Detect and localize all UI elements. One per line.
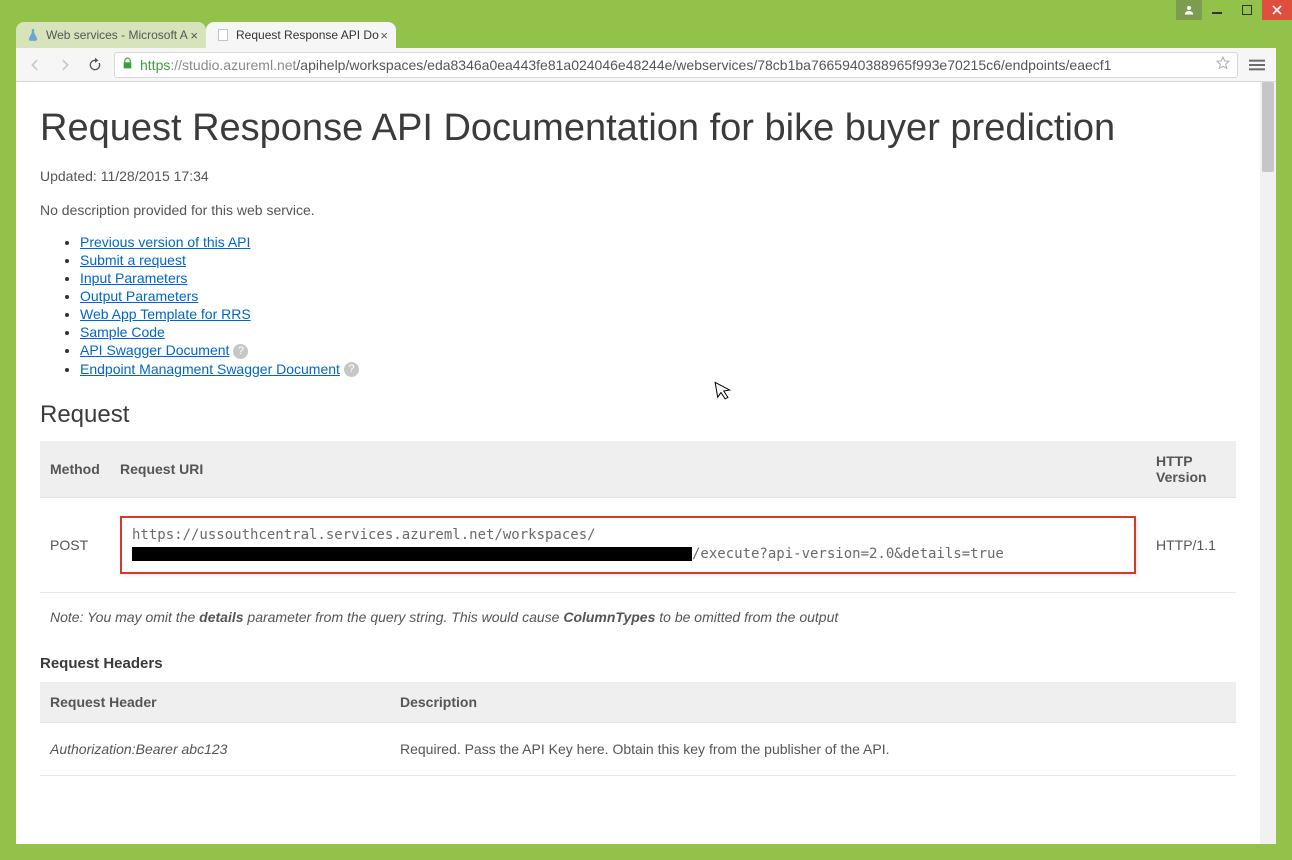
- note-text: Note: You may omit the details parameter…: [40, 593, 1236, 635]
- list-item: Input Parameters: [80, 270, 1236, 286]
- request-table: Method Request URI HTTP Version POST htt…: [40, 441, 1236, 593]
- list-item: Web App Template for RRS: [80, 306, 1236, 322]
- browser-tab[interactable]: Web services - Microsoft A ×: [16, 22, 206, 48]
- table-row: Authorization:Bearer abc123 Required. Pa…: [40, 723, 1236, 776]
- flask-icon: [26, 28, 40, 42]
- link-webapp-template[interactable]: Web App Template for RRS: [80, 306, 251, 322]
- list-item: Sample Code: [80, 324, 1236, 340]
- user-icon[interactable]: [1176, 0, 1202, 20]
- th-header-desc: Description: [390, 682, 1236, 723]
- tab-strip: Web services - Microsoft A × Request Res…: [16, 20, 1276, 48]
- link-submit-request[interactable]: Submit a request: [80, 252, 186, 268]
- th-uri: Request URI: [110, 441, 1146, 498]
- page-content: Request Response API Documentation for b…: [16, 82, 1260, 844]
- th-method: Method: [40, 441, 110, 498]
- address-bar[interactable]: https://studio.azureml.net/apihelp/works…: [114, 52, 1238, 78]
- scroll-thumb[interactable]: [1262, 82, 1274, 172]
- window-controls: [1176, 0, 1292, 20]
- link-sample-code[interactable]: Sample Code: [80, 324, 165, 340]
- th-version: HTTP Version: [1146, 441, 1236, 498]
- cell-header-desc: Required. Pass the API Key here. Obtain …: [390, 723, 1236, 776]
- service-description: No description provided for this web ser…: [40, 202, 1236, 218]
- tab-title: Request Response API Do: [236, 28, 379, 42]
- close-button[interactable]: [1262, 0, 1292, 20]
- link-output-params[interactable]: Output Parameters: [80, 288, 198, 304]
- scrollbar[interactable]: [1260, 82, 1276, 844]
- th-header-name: Request Header: [40, 682, 390, 723]
- request-heading: Request: [40, 401, 1236, 429]
- help-icon[interactable]: ?: [344, 362, 359, 377]
- help-icon[interactable]: ?: [233, 344, 248, 359]
- headers-table: Request Header Description Authorization…: [40, 682, 1236, 776]
- tab-title: Web services - Microsoft A: [46, 28, 188, 42]
- cell-version: HTTP/1.1: [1146, 498, 1236, 593]
- bookmark-icon[interactable]: [1215, 55, 1231, 74]
- request-headers-heading: Request Headers: [40, 655, 1236, 672]
- nav-links: Previous version of this API Submit a re…: [80, 234, 1236, 378]
- redacted-segment: [132, 547, 692, 561]
- page-icon: [216, 28, 230, 42]
- maximize-button[interactable]: [1232, 0, 1262, 20]
- browser-toolbar: https://studio.azureml.net/apihelp/works…: [16, 48, 1276, 82]
- list-item: Submit a request: [80, 252, 1236, 268]
- updated-timestamp: Updated: 11/28/2015 17:34: [40, 168, 1236, 184]
- reload-button[interactable]: [84, 54, 106, 76]
- link-endpoint-swagger[interactable]: Endpoint Managment Swagger Document: [80, 361, 340, 377]
- list-item: Previous version of this API: [80, 234, 1236, 250]
- menu-button[interactable]: [1246, 54, 1268, 76]
- cell-method: POST: [40, 498, 110, 593]
- page-title: Request Response API Documentation for b…: [40, 108, 1236, 150]
- cell-header-name: Authorization:Bearer abc123: [40, 723, 390, 776]
- close-icon[interactable]: ×: [190, 28, 198, 43]
- url-text: https://studio.azureml.net/apihelp/works…: [140, 57, 1209, 73]
- list-item: Output Parameters: [80, 288, 1236, 304]
- table-row: POST https://ussouthcentral.services.azu…: [40, 498, 1236, 593]
- request-uri-box[interactable]: https://ussouthcentral.services.azureml.…: [120, 516, 1136, 574]
- page-viewport: Request Response API Documentation for b…: [16, 82, 1276, 844]
- cell-uri: https://ussouthcentral.services.azureml.…: [110, 498, 1146, 593]
- list-item: Endpoint Managment Swagger Document?: [80, 361, 1236, 378]
- minimize-button[interactable]: [1202, 0, 1232, 20]
- browser-tab-active[interactable]: Request Response API Do ×: [206, 22, 396, 48]
- list-item: API Swagger Document?: [80, 342, 1236, 359]
- link-input-params[interactable]: Input Parameters: [80, 270, 187, 286]
- link-previous-version[interactable]: Previous version of this API: [80, 234, 250, 250]
- forward-button[interactable]: [54, 54, 76, 76]
- lock-icon: [121, 57, 134, 73]
- back-button[interactable]: [24, 54, 46, 76]
- close-icon[interactable]: ×: [380, 28, 388, 43]
- link-swagger[interactable]: API Swagger Document: [80, 342, 229, 358]
